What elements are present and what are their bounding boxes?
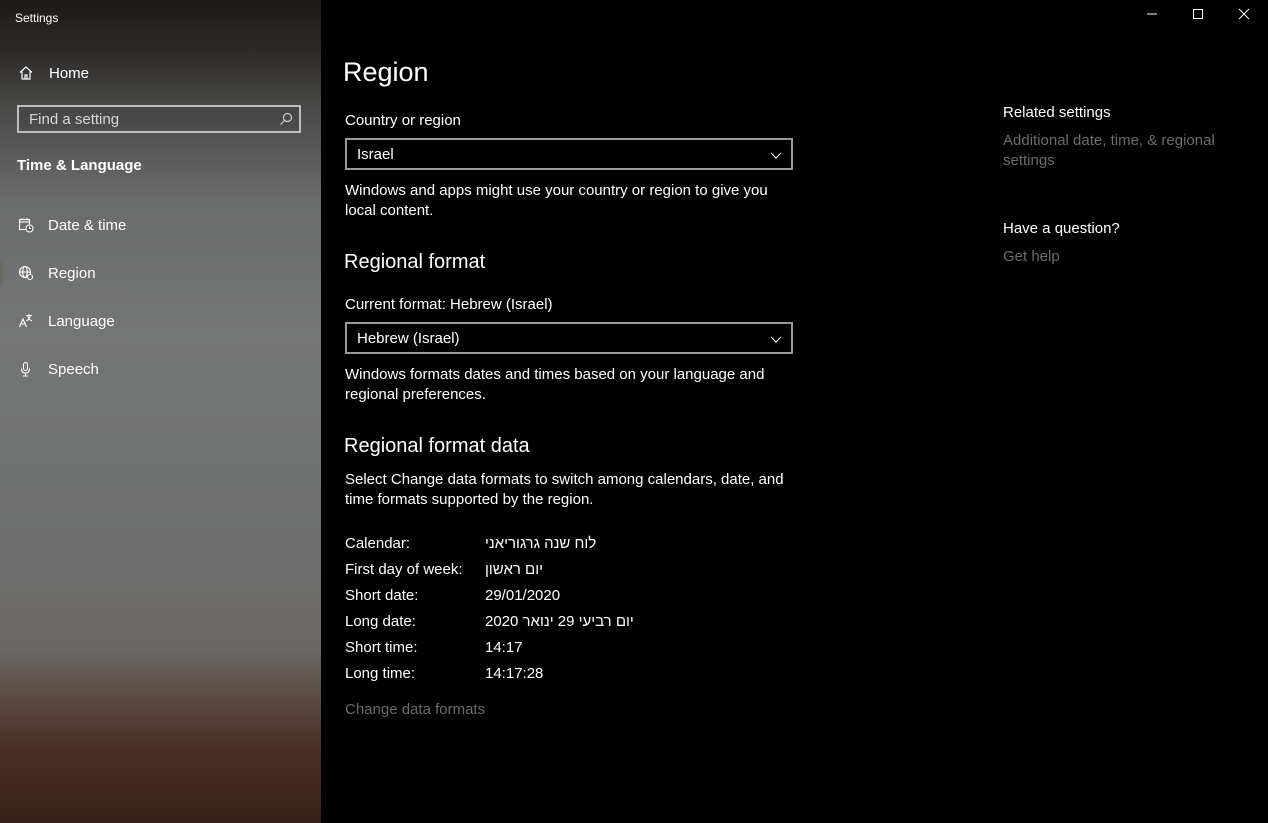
language-icon <box>17 312 35 330</box>
sidebar-item-language[interactable]: Language <box>0 301 321 341</box>
regional-format-dropdown[interactable]: Hebrew (Israel) <box>345 322 793 354</box>
additional-settings-link[interactable]: Additional date, time, & regional settin… <box>1003 131 1243 171</box>
country-dropdown[interactable]: Israel <box>345 138 793 170</box>
home-icon <box>17 64 35 82</box>
get-help-link[interactable]: Get help <box>1003 248 1060 265</box>
sidebar-item-region[interactable]: Region <box>0 253 321 293</box>
have-question-heading: Have a question? <box>1003 220 1120 237</box>
data-row-key: Long time: <box>345 665 416 682</box>
regional-format-value: Hebrew (Israel) <box>357 330 460 347</box>
data-row-value: 14:17 <box>485 639 523 656</box>
calendar-clock-icon <box>17 216 35 234</box>
data-row-key: Short time: <box>345 639 418 656</box>
search-box[interactable] <box>17 105 301 133</box>
data-row-key: First day of week: <box>345 561 463 578</box>
sidebar-item-label: Region <box>48 264 96 282</box>
regional-format-data-heading: Regional format data <box>344 435 530 457</box>
sidebar: Settings Home Time & Language Date & tim… <box>0 0 321 823</box>
current-format-label: Current format: Hebrew (Israel) <box>345 296 553 313</box>
regional-format-heading: Regional format <box>344 251 486 273</box>
data-row-value: לוח שנה גרגוריאני <box>485 535 597 552</box>
data-row-value: יום ראשון <box>485 561 544 578</box>
sidebar-item-label: Language <box>48 312 115 330</box>
microphone-icon <box>17 360 35 378</box>
data-row-key: Calendar: <box>345 535 411 552</box>
section-title: Time & Language <box>17 157 142 174</box>
data-row-value: 14:17:28 <box>485 665 544 682</box>
country-description: Windows and apps might use your country … <box>345 182 768 219</box>
sidebar-item-label: Home <box>49 64 90 82</box>
related-settings-heading: Related settings <box>1003 104 1111 121</box>
main-content: Region Country or region Israel Windows … <box>321 0 1268 823</box>
sidebar-item-label: Speech <box>48 360 99 378</box>
app-title: Settings <box>15 11 59 25</box>
sidebar-item-speech[interactable]: Speech <box>0 349 321 389</box>
sidebar-item-home[interactable]: Home <box>0 53 321 93</box>
chevron-down-icon <box>769 148 783 162</box>
page-title: Region <box>343 57 429 87</box>
data-row-value: 29/01/2020 <box>485 587 561 604</box>
change-data-formats-link[interactable]: Change data formats <box>345 701 485 718</box>
data-row-key: Short date: <box>345 587 419 604</box>
regional-format-description: Windows formats dates and times based on… <box>345 366 765 403</box>
search-icon[interactable] <box>279 112 293 126</box>
search-input[interactable] <box>19 107 269 131</box>
sidebar-item-date-time[interactable]: Date & time <box>0 205 321 245</box>
sidebar-item-label: Date & time <box>48 216 127 234</box>
regional-format-data-description: Select Change data formats to switch amo… <box>345 471 784 508</box>
country-label: Country or region <box>345 112 461 129</box>
globe-region-icon <box>17 264 35 282</box>
country-value: Israel <box>357 146 394 163</box>
data-row-value: יום רביעי 29 ינואר 2020 <box>485 613 634 630</box>
chevron-down-icon <box>769 332 783 346</box>
data-row-key: Long date: <box>345 613 416 630</box>
